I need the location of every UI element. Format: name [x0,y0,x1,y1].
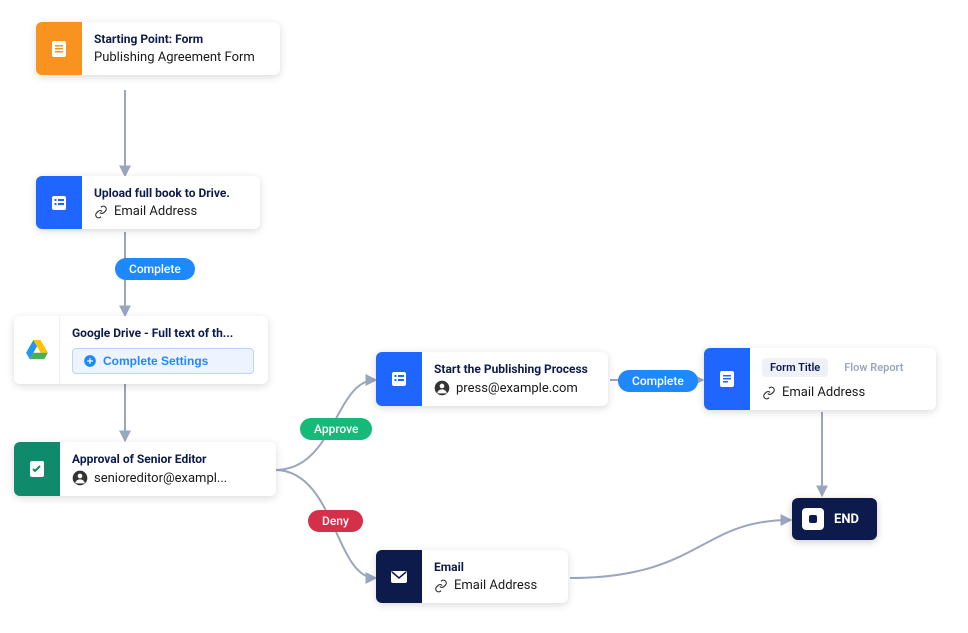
approval-user: senioreditor@exampl... [94,471,227,486]
badge-complete-1: Complete [115,258,195,280]
link-icon [94,205,108,219]
node-end[interactable]: END [792,498,877,540]
user-icon [434,380,450,396]
email-title: Email [434,560,537,574]
email-icon [376,550,422,603]
form-icon [36,22,82,75]
badge-complete-2: Complete [618,370,698,392]
node-email[interactable]: Email Email Address [376,550,568,603]
upload-title: Upload full book to Drive. [94,186,230,200]
badge-approve: Approve [300,418,372,440]
email-link-label: Email Address [454,578,537,593]
end-label: END [834,512,859,527]
settings-button-label: Complete Settings [103,354,208,368]
approval-icon [14,442,60,496]
user-icon [72,470,88,486]
node-report[interactable]: Form Title Flow Report Email Address [704,348,936,410]
publish-user: press@example.com [456,381,578,396]
badge-deny: Deny [308,510,363,532]
report-tags: Form Title Flow Report [762,358,911,377]
report-icon [704,348,750,410]
start-subtitle: Publishing Agreement Form [94,50,255,65]
tag-form-title[interactable]: Form Title [762,358,828,377]
start-title: Starting Point: Form [94,32,255,46]
stop-icon [802,508,824,530]
node-publish[interactable]: Start the Publishing Process press@examp… [376,352,608,406]
upload-link-label: Email Address [114,204,197,219]
link-icon [434,579,448,593]
complete-settings-button[interactable]: Complete Settings [72,348,254,374]
task-icon [376,352,422,406]
google-drive-icon [14,316,60,384]
report-link-label: Email Address [782,385,865,400]
task-icon [36,176,82,229]
drive-title: Google Drive - Full text of th... [72,326,254,340]
approval-title: Approval of Senior Editor [72,452,227,466]
node-upload[interactable]: Upload full book to Drive. Email Address [36,176,260,229]
node-start-form[interactable]: Starting Point: Form Publishing Agreemen… [36,22,280,75]
workflow-canvas[interactable]: Starting Point: Form Publishing Agreemen… [0,0,968,633]
node-google-drive[interactable]: Google Drive - Full text of th... Comple… [14,316,268,384]
tag-flow-report[interactable]: Flow Report [836,358,911,377]
link-icon [762,386,776,400]
node-approval[interactable]: Approval of Senior Editor senioreditor@e… [14,442,276,496]
plus-circle-icon [83,354,97,368]
publish-title: Start the Publishing Process [434,362,588,376]
